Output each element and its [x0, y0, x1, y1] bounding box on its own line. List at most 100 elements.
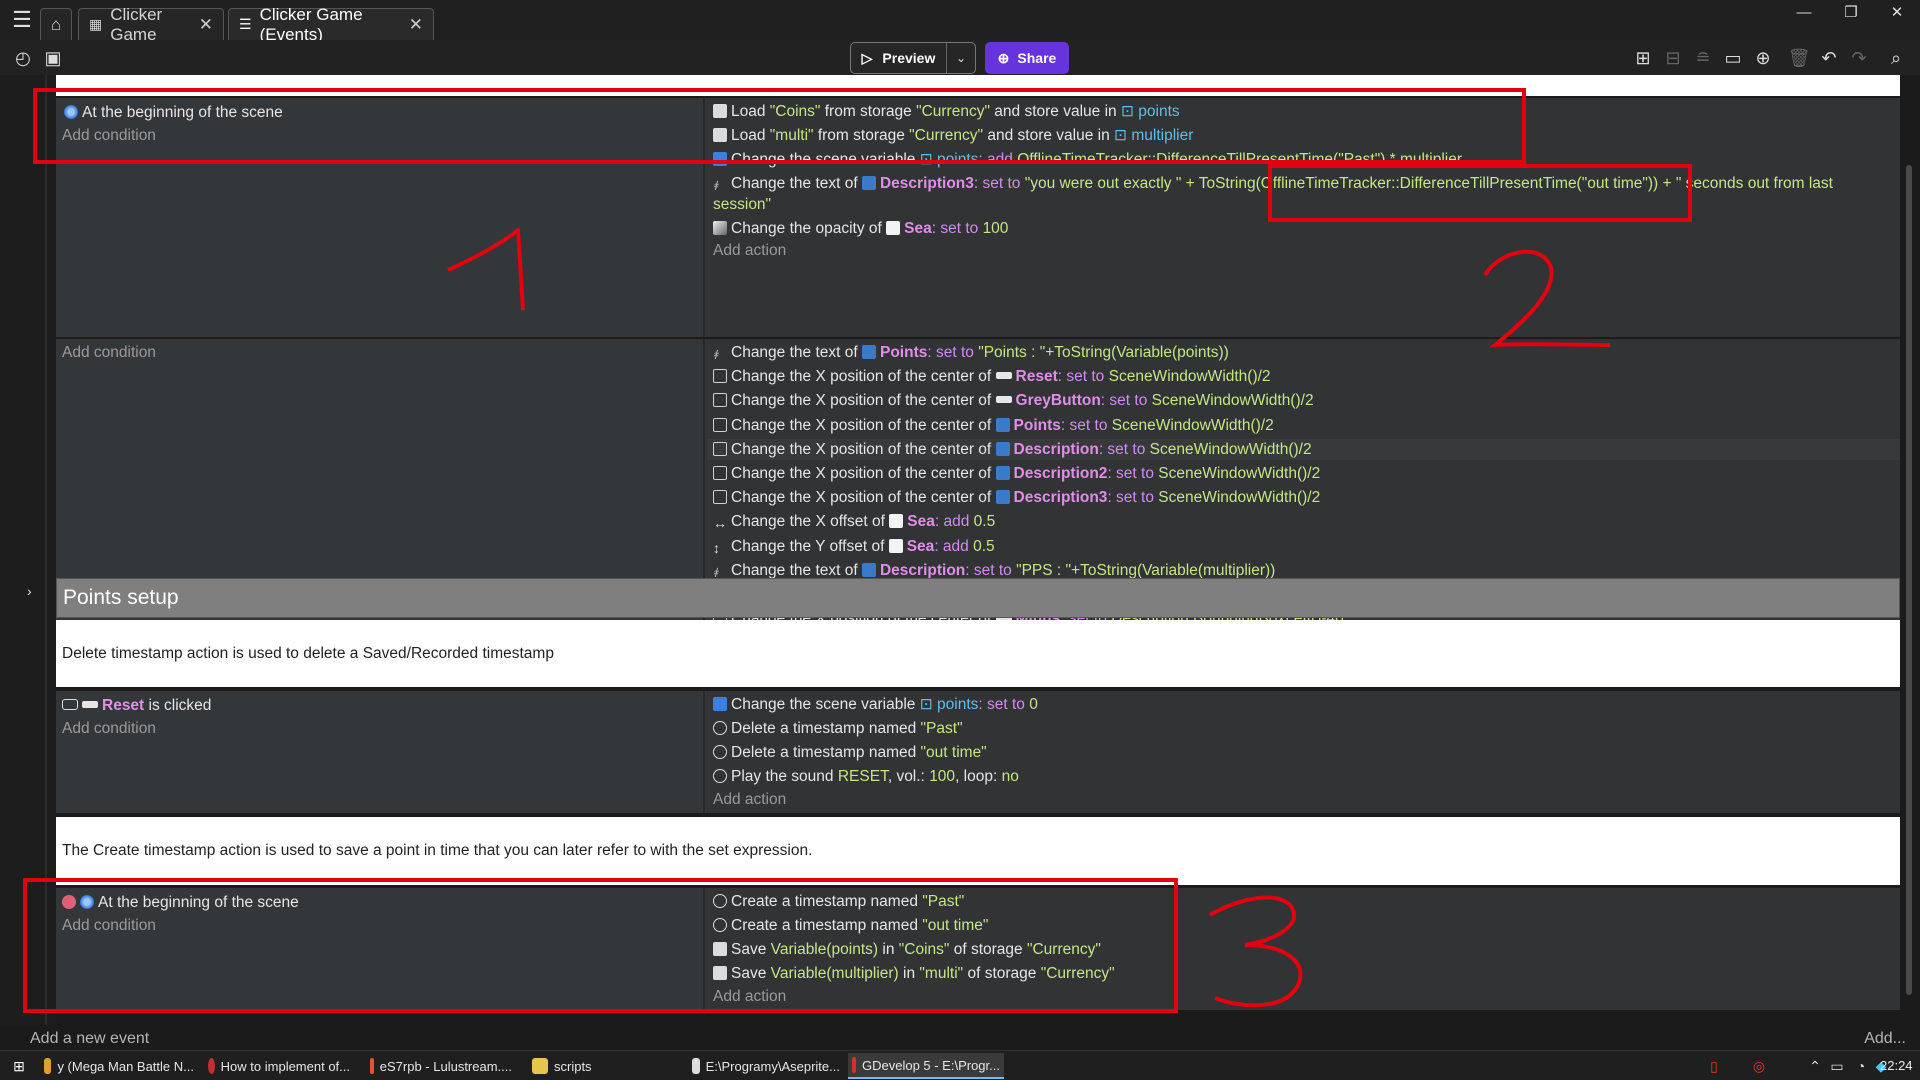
close-icon[interactable]: ✕	[199, 15, 213, 35]
object-icon	[995, 490, 1010, 505]
close-window-button[interactable]: ✕	[1874, 0, 1920, 24]
scene-icon: ▦	[89, 16, 103, 32]
save-icon[interactable]: ▣	[42, 47, 64, 69]
object-icon	[995, 466, 1010, 480]
home-tab[interactable]: ⌂	[40, 8, 72, 40]
object-icon	[861, 176, 876, 190]
vertical-offset-icon: ↕	[713, 539, 720, 556]
add-more-icon[interactable]: ⊕	[1752, 47, 1774, 69]
action-row[interactable]: Change the X position of the center of D…	[713, 464, 1320, 484]
action-row[interactable]: Change the X position of the center of G…	[713, 391, 1314, 411]
preview-label: Preview	[882, 50, 936, 66]
play-icon: ▷	[861, 49, 873, 66]
close-icon[interactable]: ✕	[409, 15, 423, 35]
title-bar: ☰ ⌂ ▦ Clicker Game ✕ ☰ Clicker Game (Eve…	[0, 0, 1920, 44]
tray-chevron-up-icon[interactable]: ⌃	[1806, 1057, 1824, 1075]
comment[interactable]: Delete timestamp action is used to delet…	[56, 620, 1900, 687]
search-icon[interactable]: ⌕	[1885, 47, 1907, 69]
globe-icon: ⊕	[997, 49, 1010, 66]
object-icon	[995, 417, 1010, 432]
chevron-right-icon[interactable]: ›	[27, 583, 32, 599]
opacity-icon	[713, 221, 727, 235]
undo-icon[interactable]: ↶	[1818, 47, 1840, 69]
restore-button[interactable]: ❐	[1828, 0, 1874, 24]
tray-app-icon[interactable]: ◎	[1750, 1057, 1768, 1075]
clock[interactable]: 22:24	[1880, 1058, 1913, 1073]
delete-icon[interactable]: 🗑	[1788, 47, 1811, 69]
action-row[interactable]: ↕ Change the Y offset of Sea: add 0.5	[713, 537, 995, 557]
preview-button[interactable]: ▷ Preview	[851, 43, 947, 73]
events-sheet: At the beginning of the scene Add condit…	[0, 75, 1920, 1025]
condition-row[interactable]: Reset is clicked	[62, 696, 211, 716]
add-event-icon[interactable]: ⊞	[1632, 47, 1654, 69]
taskbar-item[interactable]: How to implement of...	[204, 1053, 354, 1079]
button-object-icon	[82, 701, 98, 708]
tab-clicker-game[interactable]: ▦ Clicker Game ✕	[78, 5, 224, 44]
action-row-continued: session"	[713, 196, 772, 213]
text-icon: ꬸ	[713, 348, 718, 362]
minimize-button[interactable]: —	[1781, 0, 1827, 24]
text-icon: ꬸ	[713, 179, 718, 193]
tray-network-icon[interactable]: ◔	[1852, 1057, 1870, 1075]
action-row[interactable]: ↔ Change the X offset of Sea: add 0.5	[713, 512, 995, 532]
position-icon	[713, 393, 727, 408]
annotation-number-1	[447, 225, 525, 311]
timer-icon	[713, 745, 727, 759]
action-row[interactable]: ꬸ Change the text of Points: set to "Poin…	[713, 343, 1229, 363]
taskbar-item[interactable]: scripts	[528, 1053, 678, 1079]
redo-icon[interactable]: ↷	[1848, 47, 1870, 69]
action-row[interactable]: Change the X position of the center of D…	[713, 440, 1312, 460]
taskbar-item[interactable]: E:\Programy\Aseprite...	[688, 1053, 844, 1079]
action-row[interactable]: Delete a timestamp named "Past"	[713, 719, 963, 739]
preview-dropdown-chevron-icon[interactable]: ⌄	[947, 51, 975, 65]
share-button[interactable]: ⊕ Share	[985, 42, 1069, 74]
conditions-column: Reset is clicked Add condition	[56, 691, 705, 813]
add-subevent-icon[interactable]: ⊟	[1662, 47, 1684, 69]
action-row[interactable]: Change the X position of the center of P…	[713, 416, 1274, 436]
add-action-button[interactable]: Add action	[713, 790, 786, 810]
sound-icon	[713, 769, 727, 783]
comment[interactable]: The Create timestamp action is used to s…	[56, 817, 1900, 885]
history-icon[interactable]: ◴	[12, 47, 34, 69]
text-icon: ꬸ	[713, 565, 718, 580]
add-condition-button[interactable]: Add condition	[62, 343, 156, 363]
position-icon	[713, 490, 727, 505]
add-more-button[interactable]: Add...	[1864, 1030, 1906, 1048]
tray-app-icon[interactable]: ▯	[1705, 1057, 1723, 1075]
add-comment-icon[interactable]: ▭	[1722, 47, 1744, 69]
action-row[interactable]: Change the opacity of Sea: set to 100	[713, 219, 1008, 239]
object-icon	[889, 514, 904, 529]
events-icon: ☰	[239, 16, 252, 32]
annotation-number-2	[1483, 249, 1611, 348]
object-icon	[861, 345, 876, 359]
group-header[interactable]: Points setup	[56, 578, 1900, 618]
taskbar-item[interactable]: y (Mega Man Battle N...	[40, 1053, 198, 1079]
add-condition-button[interactable]: Add condition	[62, 719, 156, 739]
action-row[interactable]: Change the X position of the center of D…	[713, 488, 1320, 508]
add-new-event-button[interactable]: Add a new event	[30, 1030, 149, 1048]
action-row[interactable]: Change the scene variable ⊡ points: set …	[713, 695, 1038, 715]
action-row[interactable]: Play the sound RESET, vol.: 100, loop: n…	[713, 767, 1019, 787]
vertical-scrollbar[interactable]	[1906, 165, 1912, 995]
tab-label: Clicker Game	[110, 4, 163, 44]
tray-device-icon[interactable]: ▭	[1828, 1057, 1846, 1075]
variable-icon: ⊡	[919, 696, 933, 713]
action-row[interactable]: Delete a timestamp named "out time"	[713, 743, 987, 763]
taskbar-item-active[interactable]: GDevelop 5 - E:\Progr...	[848, 1053, 1004, 1079]
scene-variable-icon	[713, 697, 727, 711]
action-row[interactable]: Change the X position of the center of R…	[713, 367, 1271, 387]
add-action-button[interactable]: Add action	[713, 241, 786, 261]
position-icon	[713, 369, 727, 384]
annotation-number-3	[1208, 895, 1303, 1008]
home-icon: ⌂	[50, 14, 62, 34]
taskbar: ⊞ y (Mega Man Battle N... How to impleme…	[0, 1050, 1920, 1080]
preview-button-group: ▷ Preview ⌄	[850, 42, 976, 74]
hamburger-menu-icon[interactable]: ☰	[4, 0, 40, 40]
taskbar-item[interactable]: eS7rpb - Lulustream....	[366, 1053, 516, 1079]
add-group-icon[interactable]: ≘	[1692, 47, 1714, 69]
tab-clicker-game-events[interactable]: ☰ Clicker Game (Events) ✕	[228, 5, 434, 44]
app-window: ☰ ⌂ ▦ Clicker Game ✕ ☰ Clicker Game (Eve…	[0, 0, 1920, 1080]
object-icon	[995, 372, 1012, 380]
windows-start-icon[interactable]: ⊞	[10, 1057, 28, 1075]
event-reset-clicked[interactable]: Reset is clicked Add condition Change th…	[56, 691, 1900, 813]
